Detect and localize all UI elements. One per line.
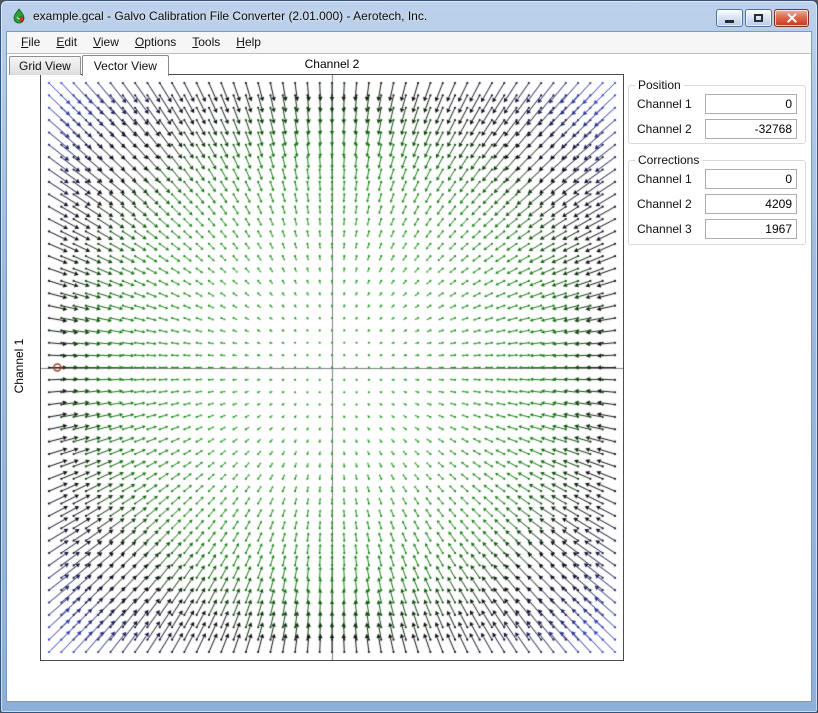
menu-options[interactable]: Options bbox=[127, 33, 184, 52]
position-channel2-row: Channel 2 bbox=[637, 119, 797, 139]
close-button[interactable] bbox=[774, 9, 809, 27]
tab-vector-view[interactable]: Vector View bbox=[82, 55, 169, 76]
menubar: FileEditViewOptionsToolsHelp bbox=[7, 32, 811, 54]
menu-edit[interactable]: Edit bbox=[48, 33, 85, 52]
tabstrip: Grid View Vector View bbox=[7, 54, 811, 75]
corrections-group: Corrections Channel 1 Channel 2 Channel … bbox=[628, 153, 806, 245]
corrections-channel1-input[interactable] bbox=[705, 169, 797, 189]
window-controls bbox=[716, 9, 809, 27]
corrections-channel3-input[interactable] bbox=[705, 219, 797, 239]
corrections-channel3-label: Channel 3 bbox=[637, 222, 705, 236]
corrections-channel2-row: Channel 2 bbox=[637, 194, 797, 214]
menu-help[interactable]: Help bbox=[228, 33, 269, 52]
corrections-channel2-input[interactable] bbox=[705, 194, 797, 214]
corrections-channel1-row: Channel 1 bbox=[637, 169, 797, 189]
y-axis-label: Channel 1 bbox=[12, 316, 26, 416]
menu-view[interactable]: View bbox=[85, 33, 127, 52]
position-channel2-label: Channel 2 bbox=[637, 122, 705, 136]
app-window: example.gcal - Galvo Calibration File Co… bbox=[0, 0, 818, 713]
corrections-channel3-row: Channel 3 bbox=[637, 219, 797, 239]
vector-field-canvas[interactable] bbox=[41, 75, 623, 660]
position-group-title: Position bbox=[635, 78, 684, 92]
position-channel2-input[interactable] bbox=[705, 119, 797, 139]
vector-view-page: Channel 2 Channel 1 Position Channel 1 C… bbox=[7, 53, 811, 701]
maximize-button[interactable] bbox=[745, 9, 772, 27]
minimize-icon bbox=[725, 20, 734, 23]
window-title: example.gcal - Galvo Calibration File Co… bbox=[33, 9, 427, 23]
client-area: FileEditViewOptionsToolsHelp Grid View V… bbox=[6, 31, 812, 702]
position-channel1-input[interactable] bbox=[705, 94, 797, 114]
position-group: Position Channel 1 Channel 2 bbox=[628, 78, 806, 144]
tab-grid-view[interactable]: Grid View bbox=[9, 56, 81, 75]
close-icon bbox=[787, 13, 797, 23]
menu-tools[interactable]: Tools bbox=[184, 33, 228, 52]
vector-field-plot bbox=[40, 74, 624, 661]
minimize-button[interactable] bbox=[716, 9, 743, 27]
corrections-channel2-label: Channel 2 bbox=[637, 197, 705, 211]
maximize-icon bbox=[754, 14, 763, 22]
position-channel1-row: Channel 1 bbox=[637, 94, 797, 114]
menu-file[interactable]: File bbox=[13, 33, 48, 52]
app-icon[interactable] bbox=[11, 8, 27, 24]
position-channel1-label: Channel 1 bbox=[637, 97, 705, 111]
corrections-channel1-label: Channel 1 bbox=[637, 172, 705, 186]
corrections-group-title: Corrections bbox=[635, 153, 702, 167]
titlebar[interactable]: example.gcal - Galvo Calibration File Co… bbox=[1, 1, 817, 31]
